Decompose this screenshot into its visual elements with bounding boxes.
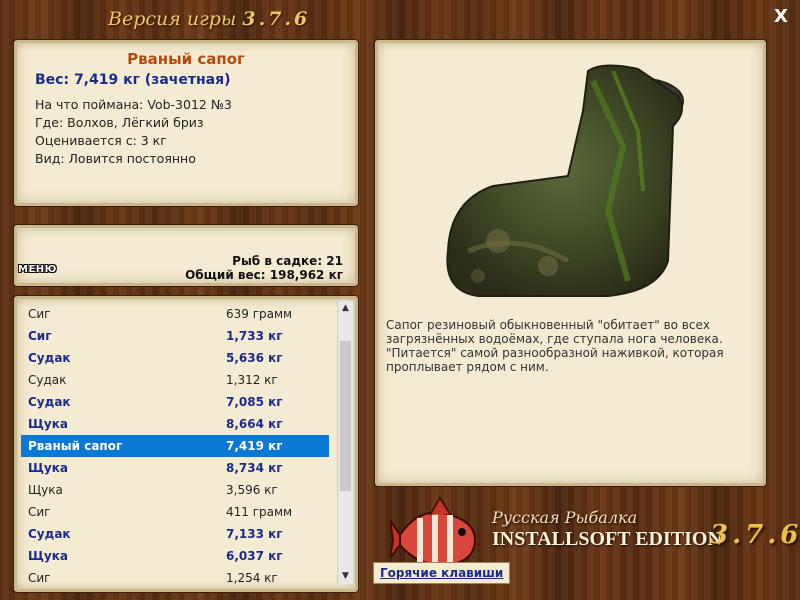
list-item-name: Рваный сапог (28, 439, 123, 453)
list-item[interactable]: Щука 3,596 кг (21, 479, 325, 501)
list-item-name: Судак (28, 527, 71, 541)
list-item[interactable]: Щука 8,664 кг (21, 413, 325, 435)
list-item-weight: 411 грамм (226, 505, 293, 519)
catch-list: Сиг 639 грамм Сиг 1,733 кг Судак 5,636 кг Суда… (21, 303, 329, 589)
list-item-name: Щука (28, 461, 68, 475)
list-item-weight: 5,636 кг (226, 351, 283, 365)
list-item-weight: 6,037 кг (226, 549, 283, 563)
scroll-down-icon[interactable]: ▼ (338, 569, 353, 584)
total-weight: Общий вес: 198,962 кг (185, 268, 343, 282)
keepnet-stats: Рыб в садке: 21 Общий вес: 198,962 кг (185, 254, 343, 282)
item-weight: Вес: 7,419 кг (зачетная) (35, 72, 231, 88)
list-item-weight: 1,254 кг (226, 571, 278, 585)
list-item[interactable]: Судак 7,133 кг (21, 523, 325, 545)
list-item-name: Судак (28, 351, 71, 365)
list-item[interactable]: Щука 8,734 кг (21, 457, 325, 479)
list-item-name: Судак (28, 373, 67, 387)
list-item[interactable]: Судак 7,085 кг (21, 391, 325, 413)
item-description: Сапог резиновый обыкновенный "обитает" в… (386, 318, 724, 374)
keepnet-stats-panel: Рыб в садке: 21 Общий вес: 198,962 кг (14, 225, 358, 286)
list-item-name: Судак (28, 395, 71, 409)
list-item-weight: 1,733 кг (226, 329, 283, 343)
list-item-weight: 7,419 кг (226, 439, 283, 453)
item-location: Где: Волхов, Лёгкий бриз (35, 115, 204, 130)
list-item-weight: 1,312 кг (226, 373, 278, 387)
close-icon[interactable]: X (774, 6, 788, 27)
list-item-weight: 7,133 кг (226, 527, 283, 541)
list-item[interactable]: Сиг 1,733 кг (21, 325, 325, 347)
list-item-weight: 639 грамм (226, 307, 293, 321)
list-item-name: Сиг (28, 329, 52, 343)
scroll-thumb[interactable] (340, 341, 351, 491)
list-item-name: Сиг (28, 571, 51, 585)
title-text: Версия игры (108, 8, 237, 30)
item-info-panel: Рваный сапог Вес: 7,419 кг (зачетная) На… (14, 40, 358, 206)
list-item-weight: 3,596 кг (226, 483, 278, 497)
logo-title: Русская Рыбалка (492, 508, 638, 527)
item-image-panel: Сапог резиновый обыкновенный "обитает" в… (375, 40, 766, 486)
list-item-weight: 8,664 кг (226, 417, 283, 431)
scroll-up-icon[interactable]: ▲ (338, 301, 353, 316)
list-item[interactable]: Судак 1,312 кг (21, 369, 325, 391)
item-valued-from: Оценивается с: 3 кг (35, 133, 167, 148)
close-button[interactable]: X (772, 8, 790, 26)
list-item-name: Щука (28, 483, 63, 497)
boot-image (446, 64, 684, 297)
fish-count: Рыб в садке: 21 (232, 254, 343, 268)
list-item-selected[interactable]: Рваный сапог 7,419 кг (21, 435, 329, 457)
list-item[interactable]: Сиг 639 грамм (21, 303, 325, 325)
list-item-weight: 8,734 кг (226, 461, 283, 475)
list-item[interactable]: Сиг 1,254 кг (21, 567, 325, 589)
list-item-name: Щука (28, 417, 68, 431)
list-item[interactable]: Щука 6,037 кг (21, 545, 325, 567)
list-scrollbar[interactable]: ▲ ▼ (337, 301, 353, 584)
item-name: Рваный сапог (127, 50, 245, 68)
list-item-name: Сиг (28, 307, 51, 321)
list-item-name: Щука (28, 549, 68, 563)
list-item-name: Сиг (28, 505, 51, 519)
menu-button[interactable]: МЕНЮ (18, 264, 57, 275)
hotkeys-button[interactable]: Горячие клавиши (373, 562, 511, 584)
logo-edition: INSTALLSOFT EDITION (492, 528, 722, 550)
logo-version: 3.7.6 (710, 520, 800, 550)
catch-list-panel: Сиг 639 грамм Сиг 1,733 кг Судак 5,636 кг Суда… (14, 296, 358, 592)
list-item[interactable]: Сиг 411 грамм (21, 501, 325, 523)
list-item-weight: 7,085 кг (226, 395, 283, 409)
item-caught-on: На что поймана: Vob-3012 №3 (35, 97, 232, 112)
list-item[interactable]: Судак 5,636 кг (21, 347, 325, 369)
title-version: 3.7.6 (242, 8, 311, 30)
window-title: Версия игры 3.7.6 (108, 8, 310, 30)
item-kind: Вид: Ловится постоянно (35, 151, 196, 166)
